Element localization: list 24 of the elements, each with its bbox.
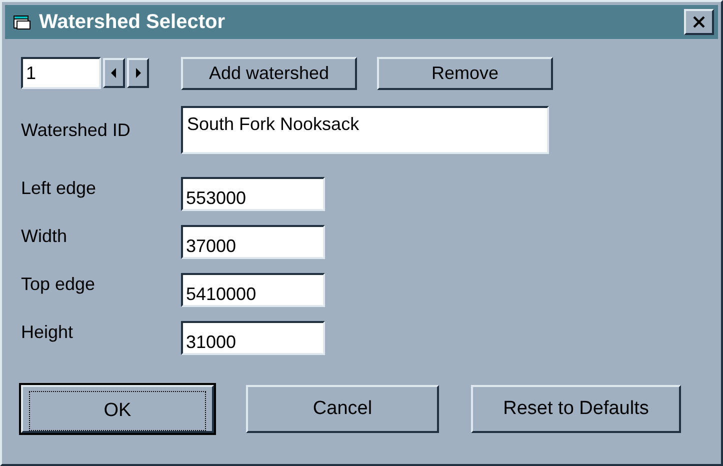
field-label: Watershed ID [21, 120, 132, 140]
input-field[interactable]: 5410000 [181, 273, 325, 307]
push-button[interactable]: Cancel [246, 385, 439, 433]
push-button[interactable]: Reset to Defaults [471, 385, 681, 433]
window-icon [13, 14, 31, 30]
push-button[interactable]: Remove [377, 56, 553, 90]
input-field[interactable]: 37000 [181, 225, 325, 259]
push-button[interactable]: Add watershed [181, 56, 357, 90]
push-button[interactable]: OK [21, 385, 214, 433]
input-field[interactable]: 553000 [181, 177, 325, 211]
next-button[interactable] [127, 58, 149, 88]
field-label: Height [21, 322, 74, 342]
input-field[interactable]: 31000 [181, 321, 325, 355]
right-arrow-icon [135, 68, 141, 78]
previous-button[interactable] [103, 58, 125, 88]
window-title: Watershed Selector [39, 10, 226, 34]
input-field[interactable]: South Fork Nooksack [181, 106, 549, 154]
close-button[interactable] [684, 9, 714, 35]
number-field[interactable]: 1 [21, 57, 101, 89]
left-arrow-icon [111, 68, 117, 78]
field-label: Width [21, 226, 68, 246]
field-label: Top edge [21, 274, 96, 294]
field-label: Left edge [21, 178, 98, 198]
close-icon [692, 16, 706, 28]
